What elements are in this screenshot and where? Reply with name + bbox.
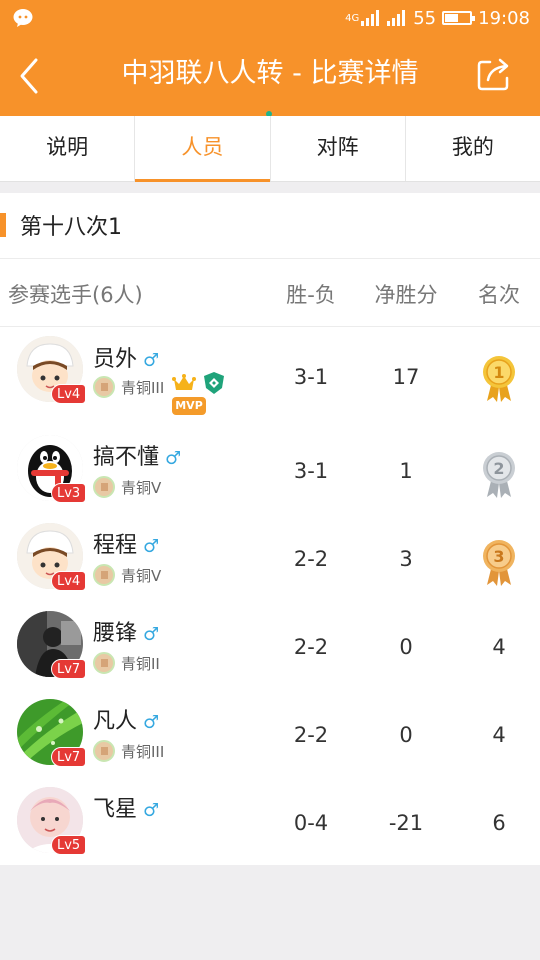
battery-icon <box>442 11 476 25</box>
tab-matchups[interactable]: 对阵 <box>271 116 406 181</box>
tier-info: 青铜III <box>93 740 164 762</box>
battery-level: 55 <box>413 7 437 29</box>
player-name-text: 搞不懂 <box>93 445 160 470</box>
player-name-text: 员外 <box>93 347 138 372</box>
male-icon: ♂ <box>165 448 182 469</box>
level-badge: Lv4 <box>51 384 87 404</box>
male-icon: ♂ <box>143 350 160 371</box>
tier-info: 青铜II <box>93 652 160 674</box>
male-icon: ♂ <box>143 800 160 821</box>
tier-info: 青铜V <box>93 476 161 498</box>
table-header: 参赛选手(6人) 胜-负 净胜分 名次 <box>0 259 540 327</box>
signal-icon-2 <box>387 10 406 26</box>
tab-description[interactable]: 说明 <box>0 116 136 181</box>
standings-section: 第十八次1 参赛选手(6人) 胜-负 净胜分 名次 Lv4 员外♂ 青铜III <box>0 193 540 865</box>
net-points-value: 17 <box>392 365 420 389</box>
rank-value: 4 <box>492 723 506 747</box>
medal-rank-text: 3 <box>493 547 504 566</box>
tier-info: 青铜III <box>93 376 164 398</box>
net-points-value: 0 <box>399 635 413 659</box>
medal-rank-text: 1 <box>493 363 504 382</box>
bronze-tier-icon <box>93 652 115 674</box>
male-icon: ♂ <box>143 712 160 733</box>
win-loss-value: 2-2 <box>293 547 329 571</box>
net-points-value: 1 <box>399 459 413 483</box>
male-icon: ♂ <box>143 536 160 557</box>
player-name-text: 飞星 <box>93 797 138 822</box>
network-type: 4G <box>345 12 360 24</box>
table-row[interactable]: Lv4 员外 ♂ 青铜III MVP 3-1 17 1 <box>0 327 540 427</box>
crown-icon <box>172 374 196 390</box>
section-header: 第十八次1 <box>0 193 540 259</box>
bronze-tier-icon <box>93 740 115 762</box>
header-players: 参赛选手(6人) <box>8 283 143 307</box>
player-name-text: 凡人 <box>93 709 138 734</box>
level-badge: Lv4 <box>51 571 87 591</box>
navigation-bar: 中羽联八人转 - 比赛详情 <box>0 36 540 117</box>
level-badge: Lv7 <box>51 659 87 679</box>
player-name-text: 腰锋 <box>93 621 138 646</box>
header-win-loss: 胜-负 <box>286 283 336 307</box>
gold-medal-icon: 1 <box>483 356 515 402</box>
net-points-value: 0 <box>399 723 413 747</box>
wechat-icon <box>13 9 33 27</box>
header-net-points: 净胜分 <box>374 283 438 307</box>
tab-members[interactable]: 人员 <box>135 116 271 182</box>
player-name[interactable]: 程程 ♂ <box>93 527 159 559</box>
page-title: 中羽联八人转 - 比赛详情 <box>121 58 419 89</box>
back-icon[interactable] <box>14 54 44 98</box>
level-badge: Lv7 <box>51 747 87 767</box>
player-name[interactable]: 员外 ♂ <box>93 341 159 373</box>
male-icon: ♂ <box>143 624 160 645</box>
table-row[interactable]: Lv7 凡人 ♂ 青铜III 2-2 0 4 <box>0 691 540 779</box>
win-loss-value: 2-2 <box>293 723 329 747</box>
tier-label: 青铜V <box>121 566 162 585</box>
status-bar: 4G 55 19:08 <box>0 0 540 36</box>
clock: 19:08 <box>478 7 530 29</box>
level-badge: Lv5 <box>51 835 87 855</box>
win-loss-value: 3-1 <box>293 365 329 389</box>
table-row[interactable]: Lv3 搞不懂 ♂ 青铜V 3-1 1 2 <box>0 427 540 515</box>
player-name[interactable]: 凡人 ♂ <box>93 703 159 735</box>
player-name[interactable]: 飞星 ♂ <box>93 791 159 823</box>
bronze-tier-icon <box>93 476 115 498</box>
tier-label: 青铜III <box>121 378 165 397</box>
rank-value: 4 <box>492 635 506 659</box>
share-icon[interactable] <box>476 56 512 92</box>
tab-mine[interactable]: 我的 <box>406 116 540 181</box>
shield-badge-icon <box>204 372 224 394</box>
table-row[interactable]: Lv4 程程 ♂ 青铜V 2-2 3 3 <box>0 515 540 603</box>
tier-info: 青铜V <box>93 564 161 586</box>
section-title: 第十八次1 <box>20 215 122 240</box>
bronze-medal-icon: 3 <box>483 540 515 586</box>
net-points-value: 3 <box>399 547 413 571</box>
medal-rank-text: 2 <box>493 459 504 478</box>
mvp-badge: MVP <box>172 397 206 415</box>
rank-value: 6 <box>492 811 506 835</box>
table-row[interactable]: Lv5 飞星 ♂ 0-4 -21 6 <box>0 779 540 867</box>
player-name[interactable]: 腰锋 ♂ <box>93 615 159 647</box>
win-loss-value: 2-2 <box>293 635 329 659</box>
level-badge: Lv3 <box>51 483 87 503</box>
player-name[interactable]: 搞不懂 ♂ <box>93 439 181 471</box>
silver-medal-icon: 2 <box>483 452 515 498</box>
win-loss-value: 0-4 <box>293 811 329 835</box>
bronze-tier-icon <box>93 376 115 398</box>
net-points-value: -21 <box>388 811 424 835</box>
section-accent-bar <box>0 213 6 237</box>
signal-icon <box>361 10 380 26</box>
tier-label: 青铜V <box>121 478 162 497</box>
win-loss-value: 3-1 <box>293 459 329 483</box>
player-name-text: 程程 <box>93 533 138 558</box>
tab-bar: 说明 人员 对阵 我的 <box>0 116 540 182</box>
table-row[interactable]: Lv7 腰锋 ♂ 青铜II 2-2 0 4 <box>0 603 540 691</box>
tier-label: 青铜II <box>121 654 160 673</box>
header-rank: 名次 <box>478 283 520 307</box>
tier-label: 青铜III <box>121 742 165 761</box>
bronze-tier-icon <box>93 564 115 586</box>
